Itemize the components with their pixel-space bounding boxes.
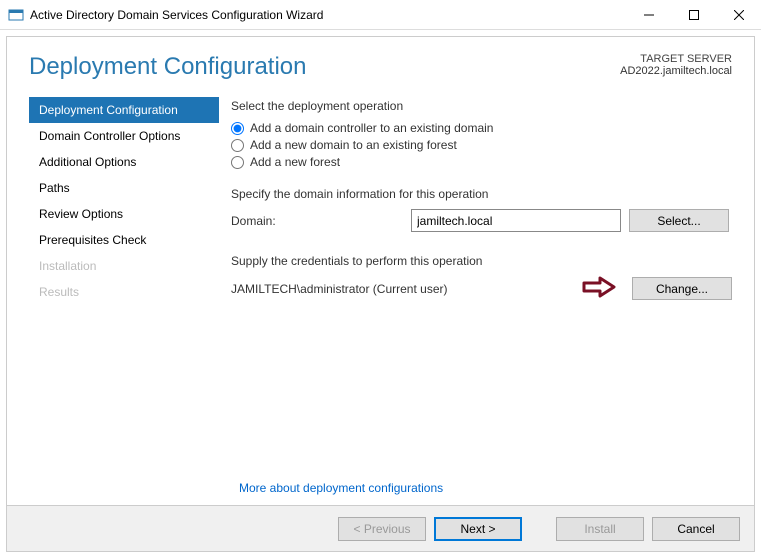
body: Deployment Configuration Domain Controll… (7, 89, 754, 305)
page-title: Deployment Configuration (29, 53, 620, 81)
previous-button[interactable]: < Previous (338, 517, 426, 541)
header: Deployment Configuration TARGET SERVER A… (7, 37, 754, 89)
radio-input-add-domain[interactable] (231, 139, 244, 152)
more-link[interactable]: More about deployment configurations (239, 481, 443, 495)
domain-field-row: Domain: Select... (231, 209, 732, 232)
sidebar-item-review-options[interactable]: Review Options (29, 201, 219, 227)
sidebar-item-paths[interactable]: Paths (29, 175, 219, 201)
sidebar-item-domain-controller-options[interactable]: Domain Controller Options (29, 123, 219, 149)
minimize-button[interactable] (626, 0, 671, 30)
select-button[interactable]: Select... (629, 209, 729, 232)
target-server-value: AD2022.jamiltech.local (620, 65, 732, 77)
maximize-button[interactable] (671, 0, 716, 30)
install-button[interactable]: Install (556, 517, 644, 541)
target-server-label: TARGET SERVER (620, 53, 732, 65)
credentials-row: JAMILTECH\administrator (Current user) C… (231, 276, 732, 301)
content-frame: Deployment Configuration TARGET SERVER A… (6, 36, 755, 552)
window-title: Active Directory Domain Services Configu… (30, 8, 626, 22)
window-controls (626, 0, 761, 29)
sidebar-item-deployment-configuration[interactable]: Deployment Configuration (29, 97, 219, 123)
radio-input-add-dc[interactable] (231, 122, 244, 135)
radio-label: Add a domain controller to an existing d… (250, 121, 493, 135)
footer: < Previous Next > Install Cancel (7, 505, 754, 551)
sidebar-item-results: Results (29, 279, 219, 305)
radio-label: Add a new forest (250, 155, 340, 169)
domain-input[interactable] (411, 209, 621, 232)
radio-add-domain-existing-forest[interactable]: Add a new domain to an existing forest (231, 138, 732, 152)
sidebar-item-installation: Installation (29, 253, 219, 279)
titlebar: Active Directory Domain Services Configu… (0, 0, 761, 30)
radio-label: Add a new domain to an existing forest (250, 138, 457, 152)
radio-add-new-forest[interactable]: Add a new forest (231, 155, 732, 169)
arrow-right-icon (582, 276, 616, 301)
radio-input-new-forest[interactable] (231, 156, 244, 169)
radio-add-dc-existing-domain[interactable]: Add a domain controller to an existing d… (231, 121, 732, 135)
credentials-value: JAMILTECH\administrator (Current user) (231, 282, 582, 296)
sidebar-item-prerequisites-check[interactable]: Prerequisites Check (29, 227, 219, 253)
sidebar-item-additional-options[interactable]: Additional Options (29, 149, 219, 175)
target-server-box: TARGET SERVER AD2022.jamiltech.local (620, 53, 732, 77)
sidebar: Deployment Configuration Domain Controll… (29, 93, 219, 305)
change-button[interactable]: Change... (632, 277, 732, 300)
operation-label: Select the deployment operation (231, 99, 732, 113)
next-button[interactable]: Next > (434, 517, 522, 541)
cancel-button[interactable]: Cancel (652, 517, 740, 541)
domain-field-label: Domain: (231, 214, 411, 228)
app-icon (8, 7, 24, 23)
close-button[interactable] (716, 0, 761, 30)
domain-info-label: Specify the domain information for this … (231, 187, 732, 201)
main-panel: Select the deployment operation Add a do… (219, 93, 732, 305)
credentials-label: Supply the credentials to perform this o… (231, 254, 732, 268)
